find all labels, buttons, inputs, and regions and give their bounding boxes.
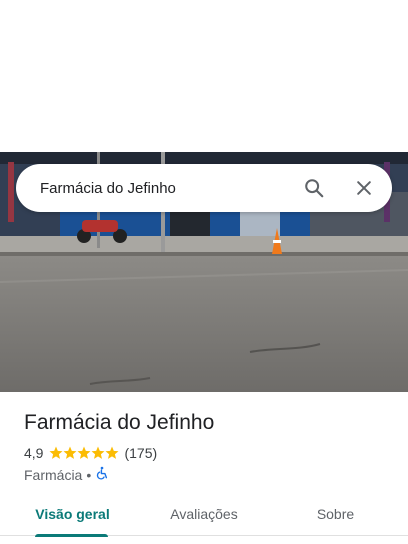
star-icon	[91, 446, 105, 459]
category-row: Farmácia •	[24, 466, 109, 483]
tab-overview[interactable]: Visão geral	[0, 492, 145, 537]
star-icon	[105, 446, 119, 459]
tab-reviews[interactable]: Avaliações	[145, 492, 263, 536]
place-info-panel: Farmácia do Jefinho 4,9 (175) Farmácia •	[0, 392, 408, 544]
map-blank-area	[0, 0, 408, 152]
review-count[interactable]: (175)	[124, 445, 157, 461]
category-label: Farmácia	[24, 466, 83, 483]
separator-dot: •	[86, 466, 92, 483]
search-bar[interactable]: Farmácia do Jefinho	[16, 164, 392, 212]
tab-bar: Visão geral Avaliações Sobre	[0, 492, 408, 537]
rating-value: 4,9	[24, 445, 44, 461]
star-icon	[77, 446, 91, 459]
close-icon[interactable]	[344, 168, 384, 208]
rating-row[interactable]: 4,9 (175)	[24, 445, 157, 461]
star-icon	[49, 446, 63, 459]
search-icon[interactable]	[294, 168, 334, 208]
tab-about[interactable]: Sobre	[263, 492, 408, 536]
star-rating	[49, 446, 119, 460]
search-input[interactable]: Farmácia do Jefinho	[40, 180, 294, 197]
place-title: Farmácia do Jefinho	[24, 411, 215, 434]
wheelchair-icon	[95, 466, 109, 483]
star-icon	[63, 446, 77, 459]
